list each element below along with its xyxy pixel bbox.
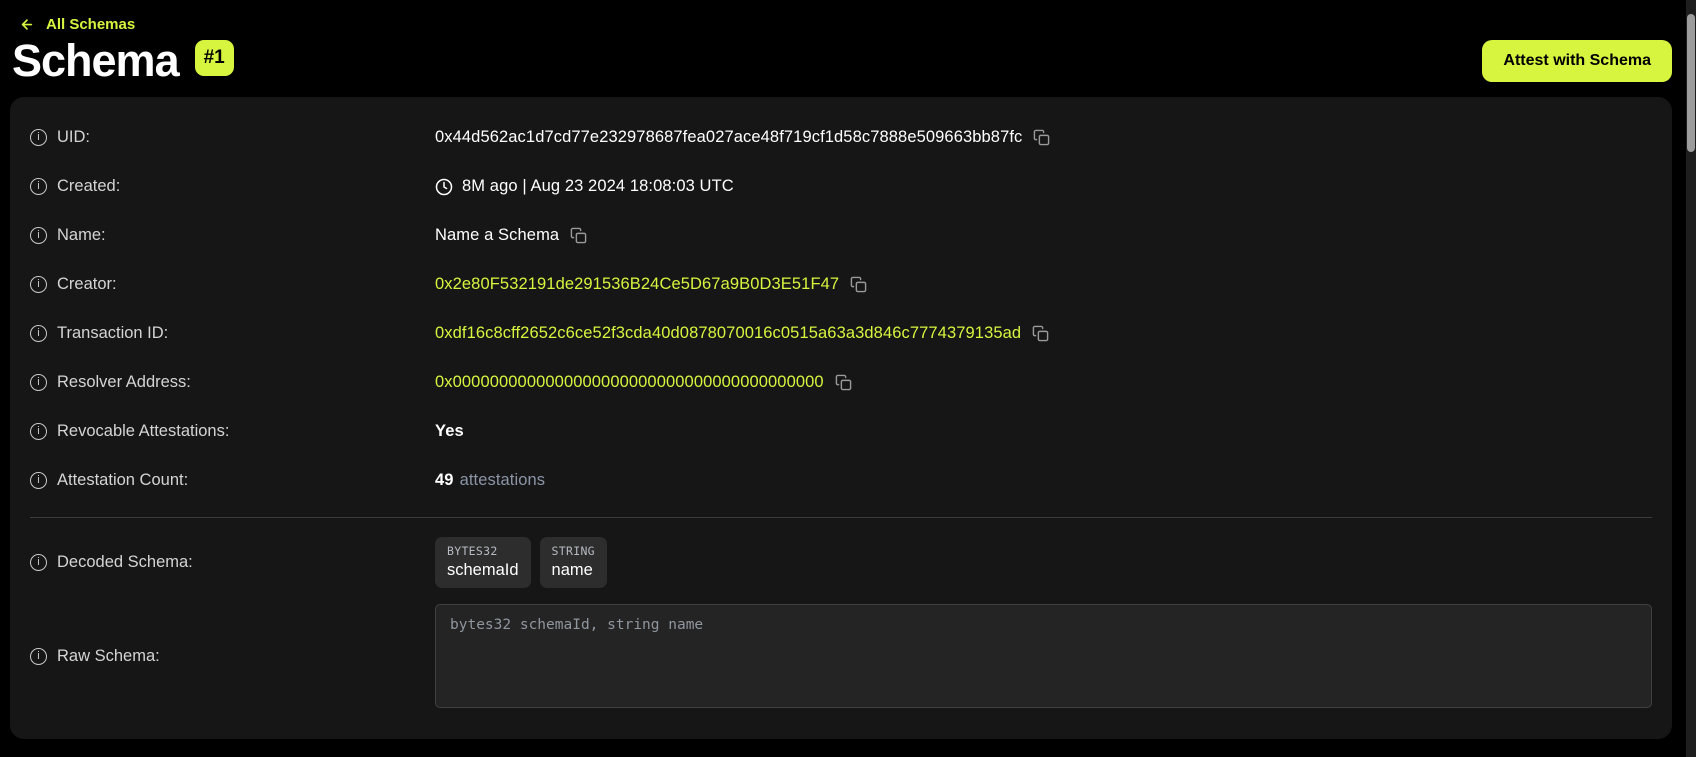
scrollbar-thumb[interactable] xyxy=(1687,14,1695,152)
field-type: BYTES32 xyxy=(447,544,519,558)
info-icon[interactable]: i xyxy=(30,227,47,244)
scrollbar[interactable] xyxy=(1686,0,1696,757)
created-value: 8M ago | Aug 23 2024 18:08:03 UTC xyxy=(462,177,734,196)
decoded-schema-fields: BYTES32 schemaId STRING name xyxy=(435,537,607,588)
field-name: name xyxy=(552,561,595,580)
page-header: All Schemas Schema #1 Attest with Schema xyxy=(0,0,1696,83)
creator-address-link[interactable]: 0x2e80F532191de291536B24Ce5D67a9B0D3E51F… xyxy=(435,275,839,294)
revocable-value: Yes xyxy=(435,422,464,441)
resolver-address-label: i Resolver Address: xyxy=(30,373,435,392)
revocable-attestations-label: i Revocable Attestations: xyxy=(30,422,435,441)
schema-details-card: i UID: 0x44d562ac1d7cd77e232978687fea027… xyxy=(10,97,1672,739)
raw-schema-textarea[interactable]: bytes32 schemaId, string name xyxy=(435,604,1652,708)
info-icon[interactable]: i xyxy=(30,325,47,342)
schema-field-chip: STRING name xyxy=(540,537,607,588)
attestation-count-row: i Attestation Count: 49 attestations xyxy=(30,456,1652,505)
attestation-count-value: 49 xyxy=(435,471,454,490)
info-icon[interactable]: i xyxy=(30,178,47,195)
info-icon[interactable]: i xyxy=(30,129,47,146)
uid-value: 0x44d562ac1d7cd77e232978687fea027ace48f7… xyxy=(435,128,1022,147)
schema-field-chip: BYTES32 schemaId xyxy=(435,537,531,588)
created-row: i Created: 8M ago | Aug 23 2024 18:08:03… xyxy=(30,162,1652,211)
name-row: i Name: Name a Schema xyxy=(30,211,1652,260)
resolver-address-row: i Resolver Address: 0x000000000000000000… xyxy=(30,358,1652,407)
raw-schema-label: i Raw Schema: xyxy=(30,647,435,666)
resolver-address-link[interactable]: 0x00000000000000000000000000000000000000… xyxy=(435,373,824,392)
attestations-link[interactable]: attestations xyxy=(460,471,546,490)
info-icon[interactable]: i xyxy=(30,554,47,571)
raw-schema-row: i Raw Schema: bytes32 schemaId, string n… xyxy=(30,604,1652,708)
attestation-count-label: i Attestation Count: xyxy=(30,471,435,490)
copy-icon[interactable] xyxy=(1033,129,1050,146)
field-name: schemaId xyxy=(447,561,519,580)
name-label: i Name: xyxy=(30,226,435,245)
copy-icon[interactable] xyxy=(570,227,587,244)
arrow-left-icon xyxy=(18,17,36,32)
copy-icon[interactable] xyxy=(835,374,852,391)
uid-row: i UID: 0x44d562ac1d7cd77e232978687fea027… xyxy=(30,113,1652,162)
back-link-label: All Schemas xyxy=(46,16,135,33)
creator-row: i Creator: 0x2e80F532191de291536B24Ce5D6… xyxy=(30,260,1652,309)
info-icon[interactable]: i xyxy=(30,374,47,391)
back-link[interactable]: All Schemas xyxy=(18,16,135,33)
attest-with-schema-button[interactable]: Attest with Schema xyxy=(1482,40,1672,82)
section-divider xyxy=(30,517,1652,518)
field-type: STRING xyxy=(552,544,595,558)
decoded-schema-row: i Decoded Schema: BYTES32 schemaId STRIN… xyxy=(30,530,1652,594)
info-icon[interactable]: i xyxy=(30,276,47,293)
copy-icon[interactable] xyxy=(1032,325,1049,342)
creator-label: i Creator: xyxy=(30,275,435,294)
decoded-schema-label: i Decoded Schema: xyxy=(30,553,435,572)
copy-icon[interactable] xyxy=(850,276,867,293)
info-icon[interactable]: i xyxy=(30,648,47,665)
transaction-id-link[interactable]: 0xdf16c8cff2652c6ce52f3cda40d0878070016c… xyxy=(435,324,1021,343)
schema-number-badge: #1 xyxy=(195,40,234,76)
transaction-id-label: i Transaction ID: xyxy=(30,324,435,343)
name-value: Name a Schema xyxy=(435,226,559,245)
info-icon[interactable]: i xyxy=(30,472,47,489)
page-title: Schema xyxy=(12,38,179,83)
clock-icon xyxy=(435,178,453,196)
info-icon[interactable]: i xyxy=(30,423,47,440)
transaction-id-row: i Transaction ID: 0xdf16c8cff2652c6ce52f… xyxy=(30,309,1652,358)
revocable-attestations-row: i Revocable Attestations: Yes xyxy=(30,407,1652,456)
created-label: i Created: xyxy=(30,177,435,196)
uid-label: i UID: xyxy=(30,128,435,147)
